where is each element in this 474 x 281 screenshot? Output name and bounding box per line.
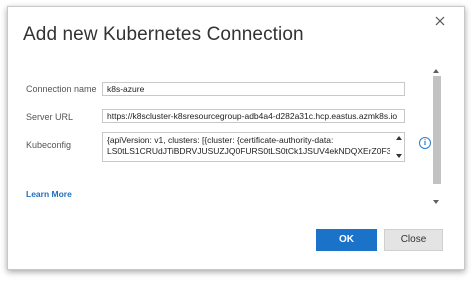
scroll-up-icon[interactable]: [433, 69, 439, 73]
scrollbar-thumb[interactable]: [433, 76, 441, 184]
connection-name-input[interactable]: k8s-azure: [102, 82, 405, 96]
kubeconfig-label: Kubeconfig: [26, 140, 72, 150]
close-icon[interactable]: [433, 14, 447, 28]
kubeconfig-textarea[interactable]: {apiVersion: v1, clusters: [{cluster: {c…: [102, 132, 405, 162]
learn-more-link[interactable]: Learn More: [26, 189, 72, 199]
scroll-down-icon[interactable]: [396, 154, 402, 158]
server-url-label: Server URL: [26, 112, 74, 122]
kubeconfig-line-2: LS0tLS1CRUdJTiBDRVJUSUZJQ0FURS0tLS0tCk1J…: [107, 146, 390, 156]
server-url-input[interactable]: https://k8scluster-k8sresourcegroup-adb4…: [102, 109, 405, 123]
kubeconfig-line-1: {apiVersion: v1, clusters: [{cluster: {c…: [107, 135, 334, 145]
dialog-title: Add new Kubernetes Connection: [23, 24, 304, 45]
ok-button[interactable]: OK: [316, 229, 377, 251]
textarea-scrollbar[interactable]: [395, 134, 403, 160]
scroll-up-icon[interactable]: [396, 136, 402, 140]
info-icon[interactable]: i: [419, 137, 431, 149]
dialog-scrollbar[interactable]: [432, 68, 441, 206]
close-button[interactable]: Close: [384, 229, 443, 251]
connection-name-label: Connection name: [26, 84, 97, 94]
scroll-down-icon[interactable]: [433, 200, 439, 204]
